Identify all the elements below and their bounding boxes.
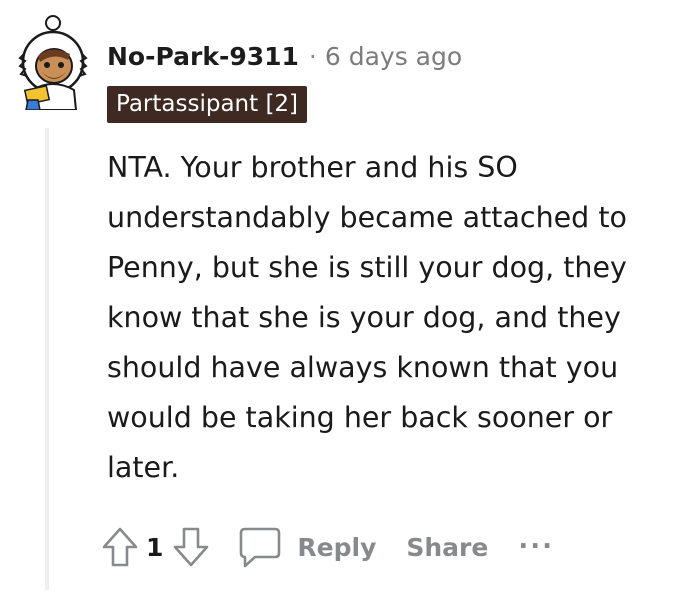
username[interactable]: No-Park-9311: [107, 42, 299, 71]
action-bar: 1 Reply Share ...: [100, 522, 554, 572]
reply-button[interactable]: Reply: [237, 525, 376, 569]
downvote-arrow-icon[interactable]: [171, 525, 211, 569]
timestamp[interactable]: 6 days ago: [325, 42, 462, 71]
user-flair: Partassipant [2]: [107, 86, 308, 123]
share-button[interactable]: Share: [406, 533, 488, 562]
thread-line[interactable]: [45, 128, 49, 590]
more-options-button[interactable]: ...: [518, 525, 554, 555]
reply-label: Reply: [297, 532, 377, 562]
comment-body: NTA. Your brother and his SO understanda…: [107, 143, 692, 493]
avatar[interactable]: [10, 14, 96, 111]
share-label: Share: [406, 532, 489, 562]
snoo-avatar-icon: [18, 15, 88, 111]
separator-dot: ·: [308, 41, 317, 71]
upvote-arrow-icon[interactable]: [100, 525, 140, 569]
comment-header: No-Park-9311 · 6 days ago: [107, 36, 462, 76]
comment-text: NTA. Your brother and his SO understanda…: [107, 151, 627, 484]
speech-bubble-icon: [240, 527, 281, 568]
vote-count: 1: [146, 532, 164, 562]
